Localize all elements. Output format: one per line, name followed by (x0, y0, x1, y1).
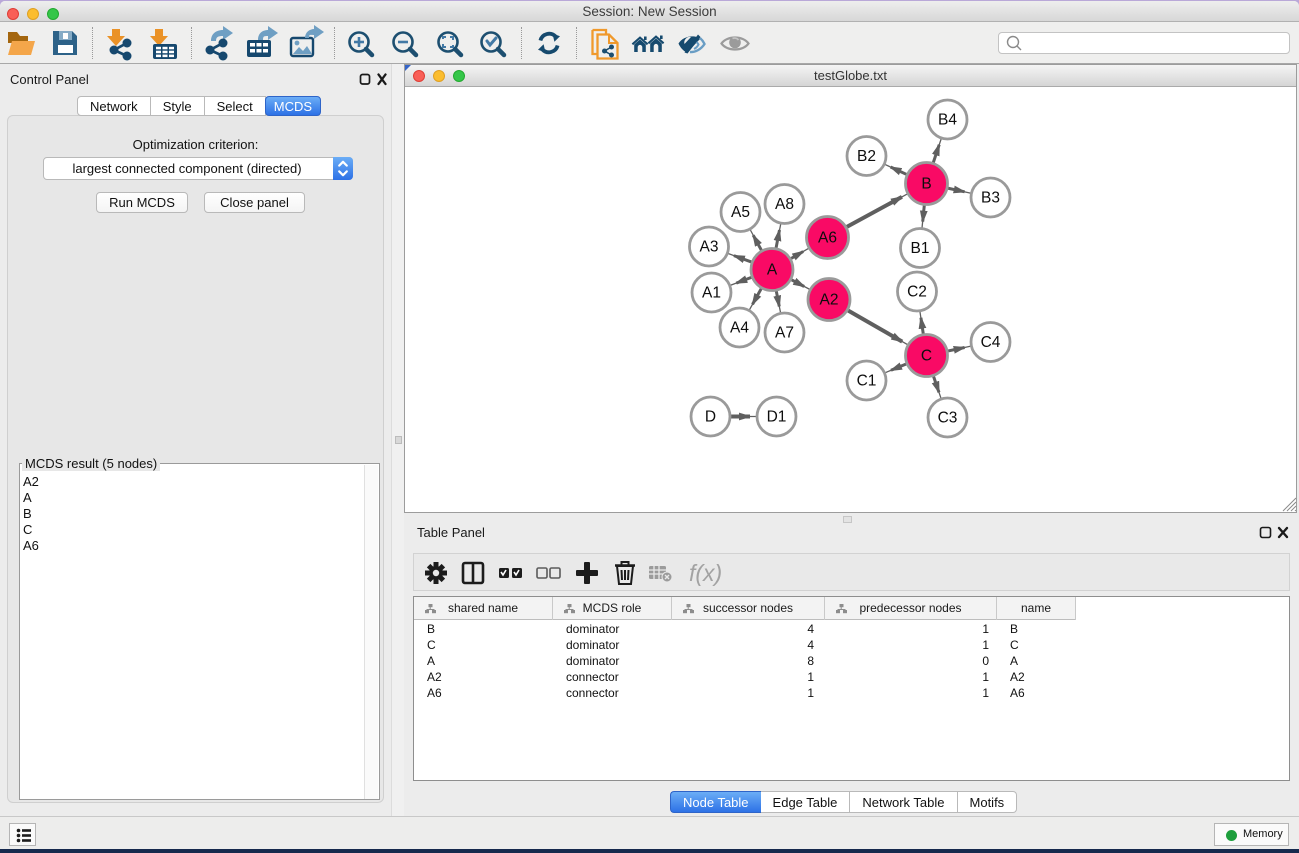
svg-text:A2: A2 (820, 292, 839, 309)
svg-text:A4: A4 (730, 320, 749, 337)
svg-text:A7: A7 (775, 325, 794, 342)
svg-text:D: D (705, 409, 716, 426)
svg-text:C: C (921, 348, 932, 365)
svg-text:C4: C4 (981, 334, 1001, 351)
svg-text:C1: C1 (857, 373, 877, 390)
svg-text:B4: B4 (938, 112, 957, 129)
svg-text:B: B (921, 176, 931, 193)
svg-text:A: A (767, 262, 778, 279)
svg-text:C2: C2 (907, 284, 927, 301)
svg-text:C3: C3 (938, 410, 958, 427)
svg-text:A3: A3 (700, 239, 719, 256)
svg-text:B3: B3 (981, 190, 1000, 207)
svg-text:A5: A5 (731, 204, 750, 221)
svg-text:B1: B1 (911, 240, 930, 257)
svg-text:f(x): f(x) (689, 560, 722, 586)
svg-text:A6: A6 (818, 230, 837, 247)
svg-text:A1: A1 (702, 285, 721, 302)
svg-text:A8: A8 (775, 196, 794, 213)
svg-text:D1: D1 (767, 409, 787, 426)
svg-text:B2: B2 (857, 148, 876, 165)
